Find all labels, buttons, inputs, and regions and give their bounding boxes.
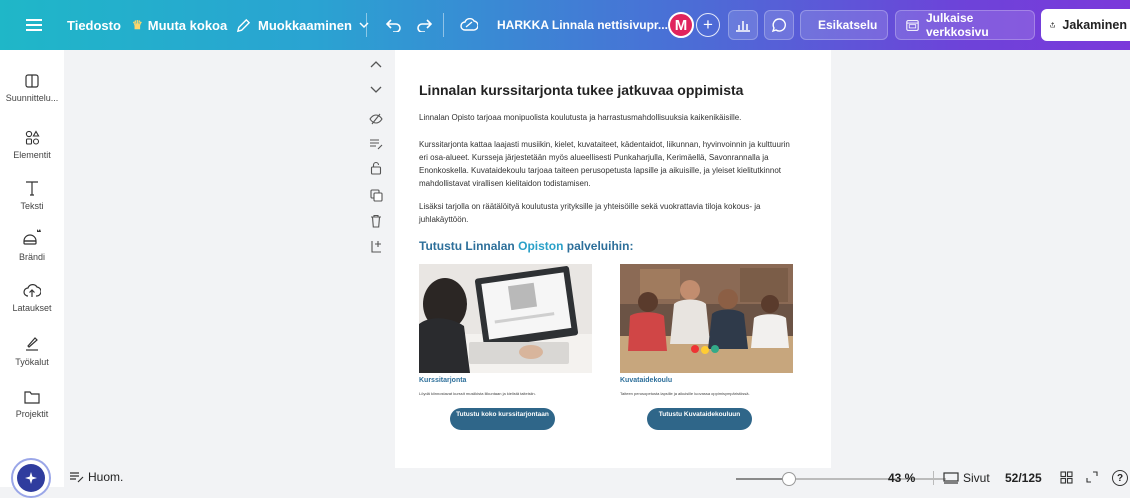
sidebar-item-label: Teksti — [20, 201, 44, 211]
cloud-upload-icon — [23, 284, 41, 297]
grid-view-icon[interactable] — [1060, 471, 1073, 484]
art-school-image[interactable] — [620, 264, 793, 373]
add-collaborator-icon[interactable]: + — [696, 13, 720, 37]
share-button[interactable]: Jakaminen — [1041, 9, 1130, 41]
sparkle-icon — [25, 472, 37, 484]
crown-icon: ♛ — [132, 18, 143, 32]
file-menu[interactable]: Tiedosto — [67, 0, 121, 50]
left-sidebar: Suunnittelu... Elementit Teksti Brändi L… — [0, 50, 64, 498]
magic-assistant-button[interactable] — [11, 458, 51, 498]
page-down-icon[interactable] — [368, 82, 384, 98]
top-toolbar: Tiedosto ♛ Muuta kokoa Muokkaaminen HARK… — [0, 0, 1130, 50]
sidebar-item-brand[interactable]: Brändi — [0, 227, 64, 262]
publish-website-button[interactable]: Julkaise verkkosivu — [895, 10, 1035, 40]
pages-icon — [943, 472, 959, 484]
bar-chart-icon — [736, 21, 750, 32]
notes-button[interactable]: Huom. — [69, 470, 123, 484]
pencil-icon — [236, 18, 251, 32]
delete-page-icon[interactable] — [368, 213, 384, 229]
sidebar-item-tools[interactable]: Työkalut — [0, 336, 64, 367]
page-up-icon[interactable] — [368, 56, 384, 72]
duplicate-page-icon[interactable] — [368, 187, 384, 203]
add-notes-icon[interactable] — [368, 136, 384, 152]
upload-share-icon — [1050, 22, 1055, 28]
analytics-button[interactable] — [728, 10, 758, 40]
status-bar: Huom. 43 % Sivut 52/125 ? — [64, 468, 1130, 487]
page-counter[interactable]: 52/125 — [1005, 471, 1042, 485]
course-card-desc[interactable]: Löydä kiinnostavat kurssit musiikista li… — [419, 391, 536, 396]
sidebar-item-label: Projektit — [15, 409, 49, 419]
menu-icon[interactable] — [21, 12, 47, 38]
sidebar-item-uploads[interactable]: Lataukset — [0, 284, 64, 313]
brand-icon — [23, 229, 41, 245]
fullscreen-icon[interactable] — [1086, 471, 1098, 483]
page-heading[interactable]: Linnalan kurssitarjonta tukee jatkuvaa o… — [419, 82, 743, 98]
preview-button[interactable]: Esikatselu — [800, 10, 888, 40]
resize-button[interactable]: ♛ Muuta kokoa — [132, 0, 227, 50]
design-icon — [25, 74, 39, 88]
folder-icon — [24, 391, 40, 404]
sidebar-item-label: Brändi — [18, 252, 45, 262]
course-card-title[interactable]: Kurssitarjonta — [419, 377, 466, 384]
add-page-icon[interactable] — [368, 238, 384, 254]
redo-icon[interactable] — [411, 12, 437, 38]
document-title[interactable]: HARKKA Linnala nettisivupr... — [497, 0, 668, 50]
intro-paragraph[interactable]: Linnalan Opisto tarjoaa monipuolista kou… — [419, 111, 799, 124]
draw-tool-icon — [26, 337, 38, 351]
sidebar-item-label: Elementit — [13, 150, 51, 160]
text-icon — [26, 181, 38, 196]
sidebar-item-design[interactable]: Suunnittelu... — [0, 74, 64, 103]
explore-art-school-button[interactable]: Tutustu Kuvataidekouluun — [647, 408, 752, 430]
zoom-slider-fill — [736, 478, 789, 480]
help-icon[interactable]: ? — [1112, 470, 1128, 486]
lock-icon[interactable] — [368, 160, 384, 176]
comment-button[interactable] — [764, 10, 794, 40]
design-page[interactable]: Linnalan kurssitarjonta tukee jatkuvaa o… — [395, 50, 831, 468]
explore-courses-button[interactable]: Tutustu koko kurssitarjontaan — [450, 408, 555, 430]
offering-paragraph[interactable]: Kurssitarjonta kattaa laajasti musiikin,… — [419, 138, 799, 190]
zoom-level[interactable]: 43 % — [888, 471, 915, 485]
art-school-card-title[interactable]: Kuvataidekoulu — [620, 377, 672, 384]
course-image[interactable] — [419, 264, 592, 373]
pages-button[interactable]: Sivut — [943, 471, 990, 485]
sidebar-item-elements[interactable]: Elementit — [0, 130, 64, 160]
hide-page-icon[interactable] — [368, 111, 384, 127]
extra-paragraph[interactable]: Lisäksi tarjolla on räätälöityä koulutus… — [419, 200, 799, 226]
comment-icon — [771, 18, 786, 33]
notes-icon — [70, 472, 84, 483]
sidebar-item-projects[interactable]: Projektit — [0, 390, 64, 419]
zoom-slider-handle[interactable] — [781, 472, 796, 486]
sidebar-item-label: Suunnittelu... — [5, 93, 59, 103]
sidebar-item-label: Työkalut — [15, 357, 49, 367]
art-school-card-desc[interactable]: Taiteen perusopetusta lapsille ja aikuis… — [620, 391, 750, 396]
undo-icon[interactable] — [381, 12, 407, 38]
sidebar-item-text[interactable]: Teksti — [0, 180, 64, 211]
website-icon — [906, 19, 919, 31]
elements-icon — [25, 130, 40, 145]
cloud-saved-icon[interactable] — [456, 12, 482, 38]
sidebar-item-label: Lataukset — [12, 303, 52, 313]
edit-mode-menu[interactable]: Muokkaaminen — [236, 0, 369, 50]
chevron-down-icon — [359, 21, 369, 28]
services-heading[interactable]: Tutustu Linnalan Opiston palveluihin: — [419, 239, 633, 253]
avatar[interactable]: M — [668, 12, 694, 38]
